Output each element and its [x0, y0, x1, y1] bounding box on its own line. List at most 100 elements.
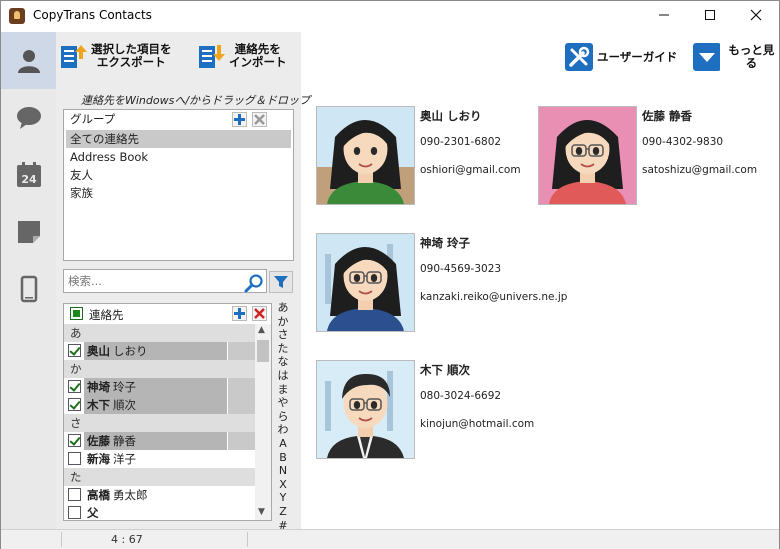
export-icon [61, 45, 87, 68]
section-header: さ [64, 414, 255, 432]
contact-checkbox[interactable] [68, 434, 81, 447]
phone-icon [20, 275, 37, 302]
contact-checkbox[interactable] [68, 452, 81, 465]
nav-notes[interactable] [1, 203, 56, 260]
contact-card[interactable]: 神埼 玲子 090-4569-3023 kanzaki.reiko@univers.… [316, 233, 567, 333]
index-letter[interactable]: な [275, 355, 291, 369]
selection-highlight [227, 396, 256, 414]
group-item[interactable]: 全ての連絡先 [66, 130, 291, 148]
status-bar: 4 : 67 [1, 529, 779, 549]
contact-list-scrollbar[interactable]: ▲ ▼ [255, 324, 271, 520]
import-label-line2: インポート [229, 55, 287, 69]
nav-device[interactable] [1, 260, 56, 317]
x-icon [254, 308, 265, 319]
contact-row[interactable]: 父 [64, 504, 255, 520]
contact-row[interactable]: 佐藤 静香 [64, 432, 256, 450]
maximize-button[interactable] [687, 1, 733, 32]
group-item[interactable]: Address Book [64, 148, 293, 166]
selection-highlight [227, 342, 256, 360]
contact-card-email: satoshizu@gmail.com [642, 164, 758, 176]
contact-row[interactable]: 高橋 勇太郎 [64, 486, 255, 504]
scroll-down-icon[interactable]: ▼ [258, 507, 265, 517]
contact-card-name: 佐藤 静香 [642, 109, 693, 123]
contact-checkbox[interactable] [68, 398, 81, 411]
index-letter[interactable]: わ [275, 423, 291, 437]
minimize-icon [659, 14, 669, 16]
search-icon[interactable] [244, 273, 264, 296]
index-letter[interactable]: ら [275, 410, 291, 424]
contact-surname: 高橋 [87, 488, 110, 502]
index-letter[interactable]: Y [275, 491, 291, 505]
add-group-button[interactable] [232, 112, 247, 127]
contact-list-header-label: 連絡先 [89, 308, 124, 322]
contact-checkbox[interactable] [68, 506, 81, 519]
app-logo-icon [9, 8, 25, 24]
contact-row[interactable]: 新海 洋子 [64, 450, 255, 468]
contact-rows: あ奥山 しおりか神埼 玲子 木下 順次さ佐藤 静香 新海 洋子た高橋 勇太郎父 [64, 324, 256, 520]
contact-checkbox[interactable] [68, 380, 81, 393]
contact-surname: 新海 [87, 452, 110, 466]
contact-card-phone: 090-4302-9830 [642, 136, 724, 148]
group-item[interactable]: 家族 [64, 184, 293, 202]
group-item[interactable]: 友人 [64, 166, 293, 184]
contact-given-name: 勇太郎 [113, 488, 148, 502]
minimize-button[interactable] [641, 1, 687, 32]
alphabet-index: あかさたなはまやらわ A B N X Y Z # [275, 301, 291, 532]
contact-row[interactable]: 木下 順次 [64, 396, 256, 414]
select-all-checkbox[interactable] [70, 307, 83, 320]
section-header: あ [64, 324, 255, 342]
contact-surname: 佐藤 [87, 434, 110, 448]
nav-contacts[interactable] [1, 32, 56, 89]
search-input[interactable] [68, 273, 238, 289]
contact-given-name: 洋子 [113, 452, 136, 466]
export-button[interactable]: 選択した項目を エクスポート [59, 41, 172, 71]
nav-messages[interactable] [1, 89, 56, 146]
status-separator [61, 532, 62, 547]
user-guide-label: ユーザーガイド [597, 49, 678, 64]
scroll-up-icon[interactable]: ▲ [258, 325, 265, 335]
index-letter[interactable]: B [275, 451, 291, 465]
index-letter[interactable]: A [275, 437, 291, 451]
index-letter[interactable]: Z [275, 505, 291, 519]
index-letter[interactable]: N [275, 464, 291, 478]
index-letter[interactable]: X [275, 478, 291, 492]
contact-row[interactable]: 神埼 玲子 [64, 378, 256, 396]
contact-card-email: kinojun@hotmail.com [420, 418, 535, 430]
user-guide-button[interactable]: ユーザーガイド [565, 43, 677, 71]
left-navigation: 24 [1, 32, 56, 529]
delete-group-button[interactable] [252, 112, 267, 127]
contact-checkbox[interactable] [68, 344, 81, 357]
contact-card-name: 木下 順次 [420, 363, 471, 377]
speech-bubble-icon [16, 106, 41, 129]
svg-text:24: 24 [21, 173, 37, 186]
contact-card-email: kanzaki.reiko@univers.ne.jp [420, 291, 568, 303]
index-letter[interactable]: あ [275, 301, 291, 315]
import-button[interactable]: 連絡先を インポート [197, 41, 287, 71]
contact-card[interactable]: 木下 順次 080-3024-6692 kinojun@hotmail.com [316, 360, 534, 460]
contact-card[interactable]: 奥山 しおり 090-2301-6802 oshiori@gmail.com [316, 106, 526, 206]
contact-checkbox[interactable] [68, 488, 81, 501]
maximize-icon [705, 10, 715, 20]
index-letter[interactable]: か [275, 315, 291, 329]
scroll-thumb[interactable] [257, 340, 269, 362]
delete-contact-button[interactable] [252, 306, 267, 321]
contact-name: 佐藤 静香 [87, 432, 136, 450]
import-icon [199, 45, 225, 68]
index-letter[interactable]: さ [275, 328, 291, 342]
add-contact-button[interactable] [232, 306, 247, 321]
filter-button[interactable] [269, 271, 293, 293]
contact-name: 高橋 勇太郎 [87, 486, 148, 504]
index-letter[interactable]: ま [275, 383, 291, 397]
more-button[interactable]: もっと見る [693, 43, 779, 71]
search-box[interactable] [63, 269, 267, 293]
contact-row[interactable]: 奥山 しおり [64, 342, 256, 360]
contact-surname: 奥山 [87, 344, 110, 358]
index-letter[interactable]: は [275, 369, 291, 383]
close-button[interactable] [733, 1, 779, 32]
nav-calendar[interactable]: 24 [1, 146, 56, 203]
contact-card[interactable]: 佐藤 静香 090-4302-9830 satoshizu@gmail.com [538, 106, 757, 206]
index-letter[interactable]: や [275, 396, 291, 410]
contact-name: 新海 洋子 [87, 450, 136, 468]
calendar-icon: 24 [16, 161, 41, 187]
index-letter[interactable]: た [275, 342, 291, 356]
